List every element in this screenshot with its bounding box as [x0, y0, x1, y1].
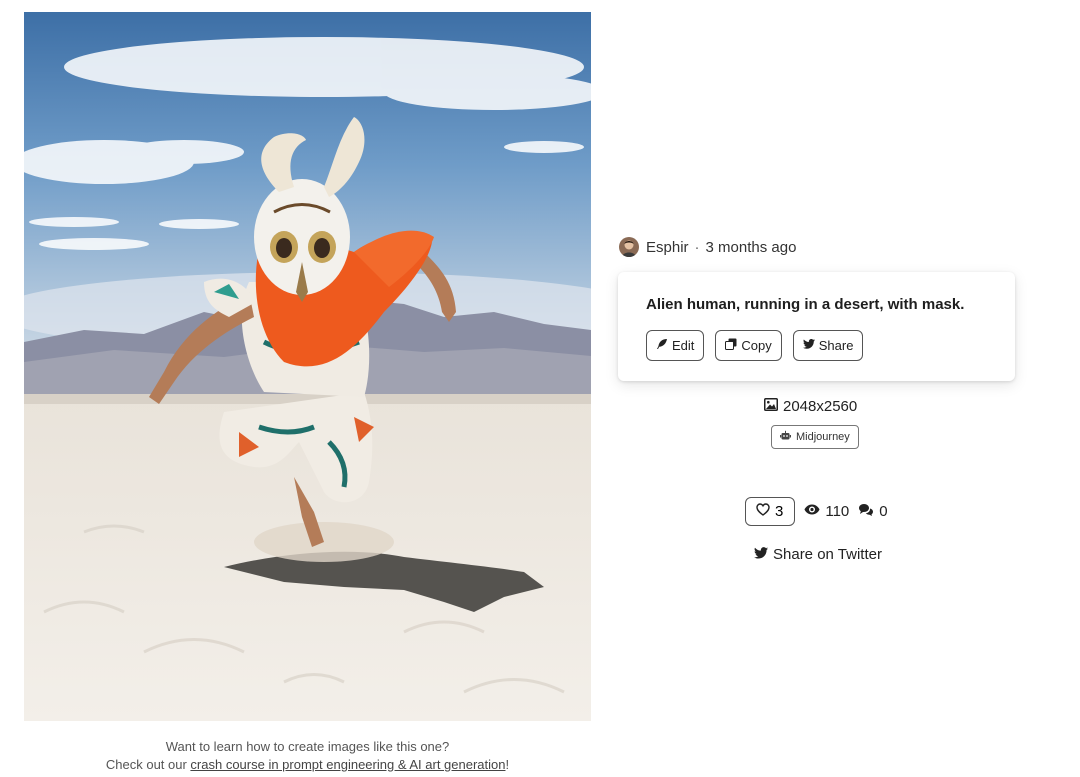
prompt-card: Alien human, running in a desert, with m… — [618, 272, 1015, 381]
image-icon — [764, 398, 778, 415]
edit-label: Edit — [672, 338, 695, 353]
copy-icon — [725, 338, 737, 353]
artwork-image[interactable] — [24, 12, 591, 721]
stats-row: 3 110 0 — [745, 497, 888, 526]
prompt-text: Alien human, running in a desert, with m… — [646, 296, 965, 313]
author-name[interactable]: Esphir — [646, 239, 689, 256]
feather-icon — [656, 338, 668, 353]
share-label: Share — [818, 338, 854, 353]
author-row: Esphir · 3 months ago — [619, 236, 796, 258]
comments-icon — [858, 503, 874, 520]
post-time: 3 months ago — [705, 238, 797, 256]
views-count: 110 — [825, 503, 850, 520]
crash-course-link[interactable]: crash course in prompt engineering & AI … — [190, 757, 505, 772]
dimensions-value: 2048x2560 — [783, 398, 858, 415]
promo-line-2: Check out our crash course in prompt eng… — [24, 756, 591, 774]
twitter-icon — [802, 338, 815, 353]
model-tag[interactable]: Midjourney — [771, 425, 859, 449]
model-name: Midjourney — [796, 431, 850, 443]
edit-button[interactable]: Edit — [646, 330, 705, 361]
share-on-twitter-label: Share on Twitter — [773, 546, 882, 563]
promo-suffix: ! — [505, 757, 510, 772]
prompt-actions: Edit Copy Share — [646, 330, 987, 361]
promo-text: Want to learn how to create images like … — [24, 738, 591, 774]
twitter-icon — [754, 546, 768, 563]
copy-label: Copy — [741, 338, 772, 353]
like-button[interactable]: 3 — [745, 497, 796, 526]
share-on-twitter-link[interactable]: Share on Twitter — [754, 546, 882, 563]
robot-icon — [780, 430, 791, 444]
promo-line-1: Want to learn how to create images like … — [165, 739, 450, 754]
heart-icon — [756, 503, 770, 520]
comments-count: 0 — [879, 503, 888, 520]
copy-button[interactable]: Copy — [715, 330, 782, 361]
separator-dot: · — [694, 238, 700, 256]
share-button[interactable]: Share — [792, 330, 864, 361]
image-dimensions: 2048x2560 — [764, 398, 857, 415]
likes-count: 3 — [775, 503, 784, 520]
page: Want to learn how to create images like … — [0, 0, 1080, 777]
avatar[interactable] — [619, 237, 639, 257]
eye-icon — [804, 503, 820, 520]
artwork-illustration — [24, 12, 591, 721]
promo-prefix: Check out our — [105, 757, 191, 772]
comments-stat[interactable]: 0 — [858, 503, 888, 520]
views-stat: 110 — [804, 503, 849, 520]
